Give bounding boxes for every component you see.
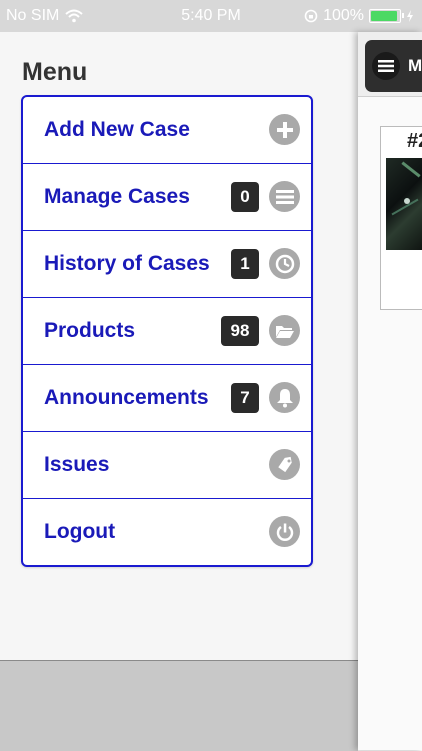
count-badge: 0 [231,182,259,212]
count-badge: 7 [231,383,259,413]
toggle-label: M [408,56,422,75]
main-content-panel: M #2 [358,32,422,750]
menu-item-label: Manage Cases [44,185,190,208]
status-bar: No SIM 5:40 PM 100% [0,0,422,32]
bell-icon [269,382,300,413]
tag-icon [269,449,300,480]
menu-list: Add New Case Manage Cases 0 History of C… [21,95,313,567]
folder-icon [269,315,300,346]
menu-item-add-new-case[interactable]: Add New Case [23,97,311,164]
menu-item-history-of-cases[interactable]: History of Cases 1 [23,231,311,298]
hamburger-icon [372,52,400,80]
case-number: #2 [407,130,422,152]
count-badge: 1 [231,249,259,279]
menu-item-issues[interactable]: Issues [23,432,311,499]
menu-toggle-button[interactable]: M [365,40,422,92]
rotation-lock-icon [304,9,318,23]
count-badge: 98 [221,316,259,346]
menu-item-label: Add New Case [44,118,190,141]
clock-icon [269,248,300,279]
battery-icon [369,9,404,23]
menu-item-manage-cases[interactable]: Manage Cases 0 [23,164,311,231]
battery-percent: 100% [323,7,364,24]
power-icon [269,516,300,547]
menu-item-products[interactable]: Products 98 [23,298,311,365]
case-thumbnail [386,158,422,250]
menu-item-label: Logout [44,520,116,543]
menu-item-announcements[interactable]: Announcements 7 [23,365,311,432]
menu-item-label: Announcements [44,386,209,409]
list-icon [269,181,300,212]
bottom-area [0,660,358,751]
menu-item-label: History of Cases [44,252,210,275]
menu-item-label: Issues [44,453,110,476]
menu-item-label: Products [44,319,136,342]
case-card[interactable]: #2 [380,126,422,310]
content-header: M [358,32,422,97]
side-menu-panel: Menu Add New Case Manage Cases 0 History… [0,32,358,660]
charging-icon [407,10,413,22]
plus-icon [269,114,300,145]
menu-title: Menu [22,58,88,86]
menu-item-logout[interactable]: Logout [23,499,311,565]
